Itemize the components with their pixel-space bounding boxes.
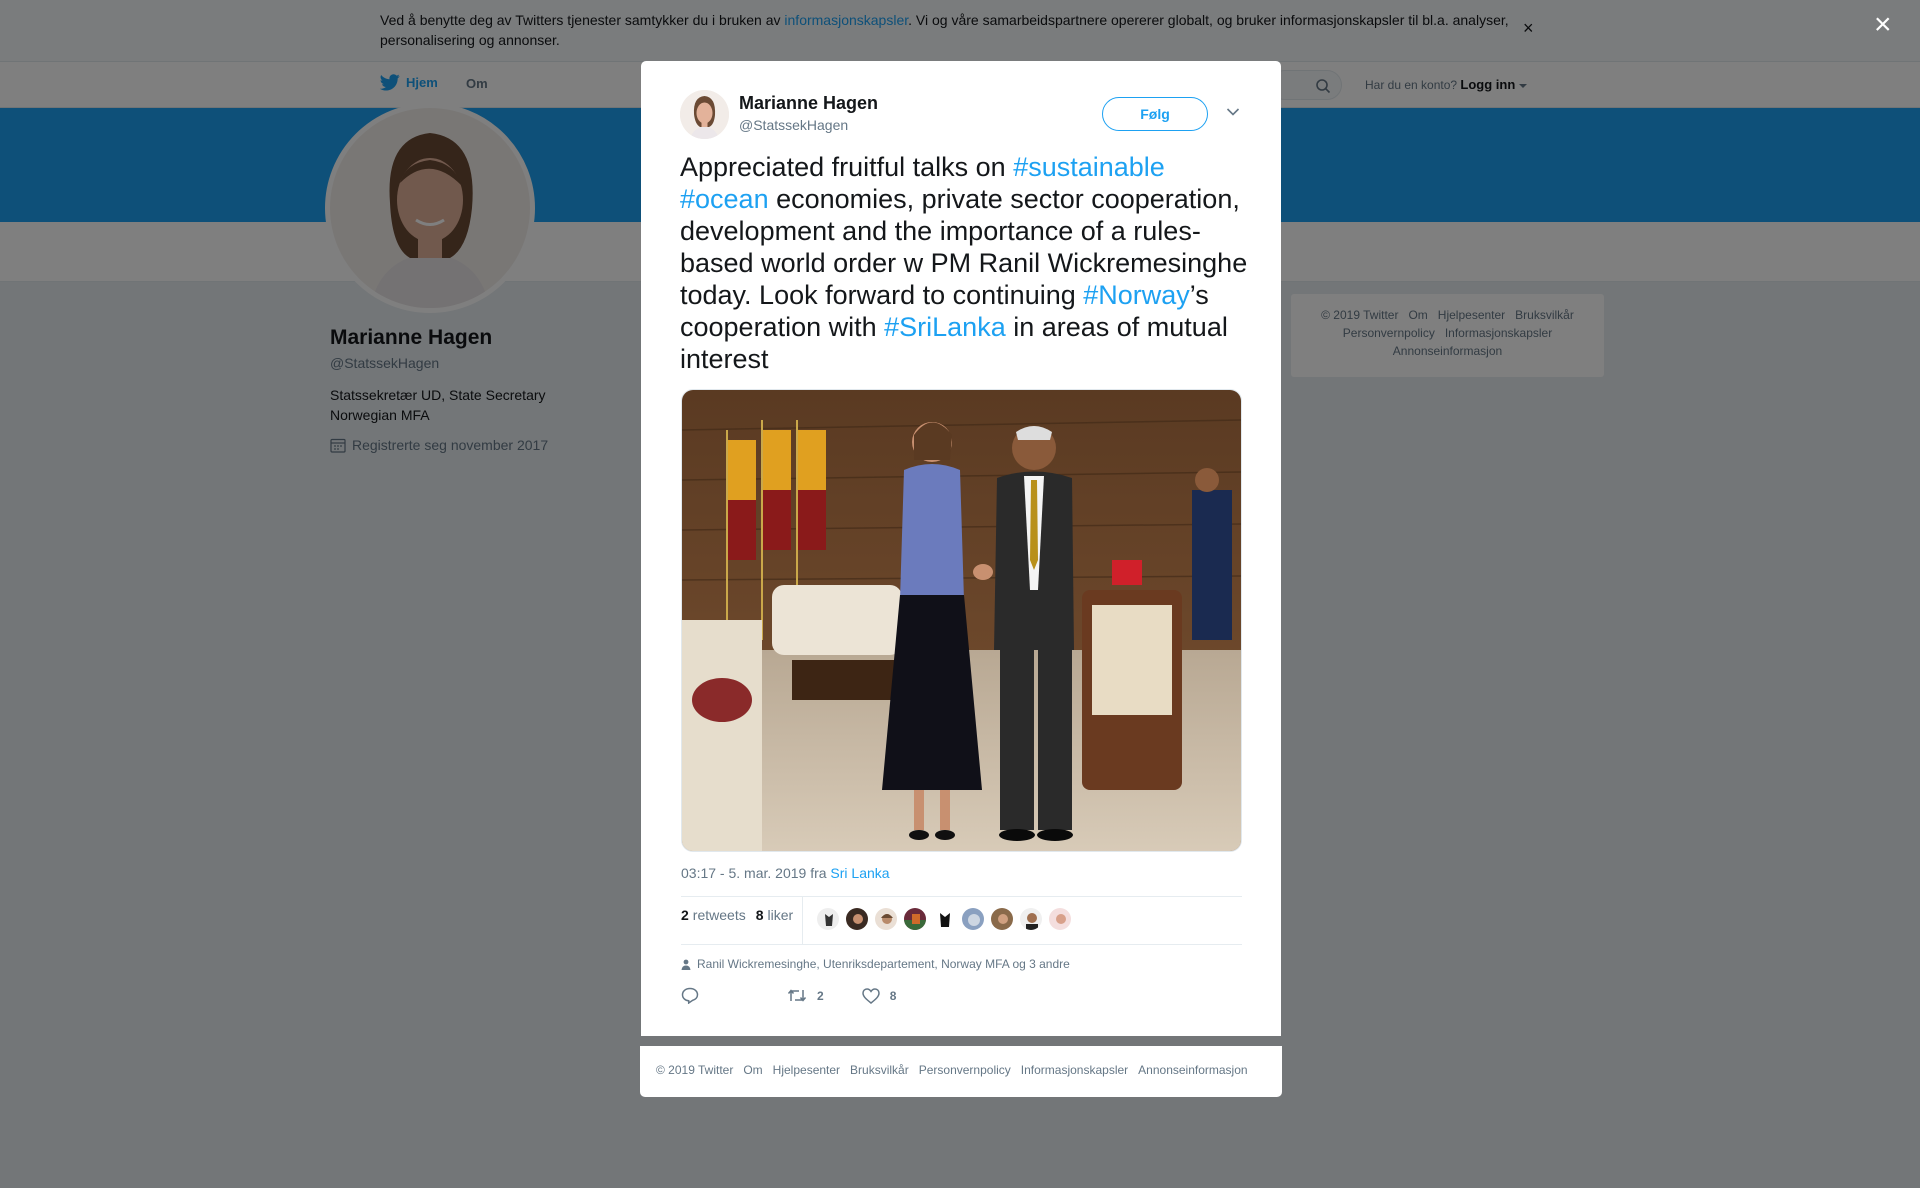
- liker-avatar[interactable]: [990, 907, 1014, 931]
- liker-avatar[interactable]: [845, 907, 869, 931]
- liker-avatars: [816, 907, 1077, 931]
- like-button[interactable]: 8: [861, 987, 896, 1004]
- reply-button[interactable]: [681, 987, 709, 1004]
- hashtag-link[interactable]: #Norway: [1083, 280, 1190, 310]
- liker-avatar[interactable]: [903, 907, 927, 931]
- liker-avatar[interactable]: [874, 907, 898, 931]
- stats-separator: [802, 896, 803, 944]
- divider: [681, 944, 1242, 945]
- liker-avatar[interactable]: [932, 907, 956, 931]
- replying-to: Ranil Wickremesinghe, Utenriksdepartemen…: [681, 957, 1070, 971]
- tweet-actions: 2 8: [681, 987, 934, 1004]
- footer-link[interactable]: Hjelpesenter: [773, 1063, 840, 1077]
- footer-link[interactable]: © 2019 Twitter: [656, 1063, 733, 1077]
- tweet-stats: 2 retweets 8 liker: [681, 907, 793, 923]
- hashtag-link[interactable]: #SriLanka: [884, 312, 1006, 342]
- hashtag-link[interactable]: #ocean: [680, 184, 769, 214]
- heart-icon: [861, 987, 880, 1004]
- tweet-modal: Marianne Hagen @StatssekHagen Følg Appre…: [641, 61, 1281, 1036]
- reply-icon: [681, 987, 699, 1004]
- modal-footer: © 2019 Twitter Om Hjelpesenter Bruksvilkår P…: [640, 1046, 1282, 1097]
- follow-button[interactable]: Følg: [1102, 97, 1208, 131]
- hashtag-link[interactable]: #sustainable: [1013, 152, 1165, 182]
- tweet-timestamp: 03:17 - 5. mar. 2019 fra Sri Lanka: [681, 865, 890, 881]
- author-avatar-image: [680, 90, 729, 139]
- footer-link[interactable]: Annonseinformasjon: [1138, 1063, 1247, 1077]
- tweet-photo-image: [682, 390, 1241, 851]
- tweet-author-avatar[interactable]: [680, 90, 729, 139]
- liker-avatar[interactable]: [961, 907, 985, 931]
- person-icon: [681, 959, 691, 970]
- likes-stat[interactable]: 8 liker: [756, 907, 793, 923]
- footer-link[interactable]: Bruksvilkår: [850, 1063, 909, 1077]
- close-icon[interactable]: ×: [1874, 10, 1892, 40]
- footer-link[interactable]: Om: [743, 1063, 762, 1077]
- tweet-author-name[interactable]: Marianne Hagen: [739, 93, 878, 114]
- retweet-icon: [787, 989, 807, 1002]
- retweets-stat[interactable]: 2 retweets: [681, 907, 746, 923]
- divider: [681, 896, 1242, 897]
- liker-avatar[interactable]: [1048, 907, 1072, 931]
- tweet-photo[interactable]: [681, 389, 1242, 852]
- footer-link[interactable]: Informasjonskapsler: [1021, 1063, 1128, 1077]
- tweet-location-link[interactable]: Sri Lanka: [830, 865, 889, 881]
- retweet-button[interactable]: 2: [787, 988, 824, 1003]
- tweet-author-handle[interactable]: @StatssekHagen: [739, 117, 848, 133]
- liker-avatar[interactable]: [816, 907, 840, 931]
- tweet-text: Appreciated fruitful talks on #sustainab…: [680, 152, 1248, 374]
- liker-avatar[interactable]: [1019, 907, 1043, 931]
- chevron-down-icon[interactable]: [1226, 107, 1240, 117]
- footer-link[interactable]: Personvernpolicy: [919, 1063, 1011, 1077]
